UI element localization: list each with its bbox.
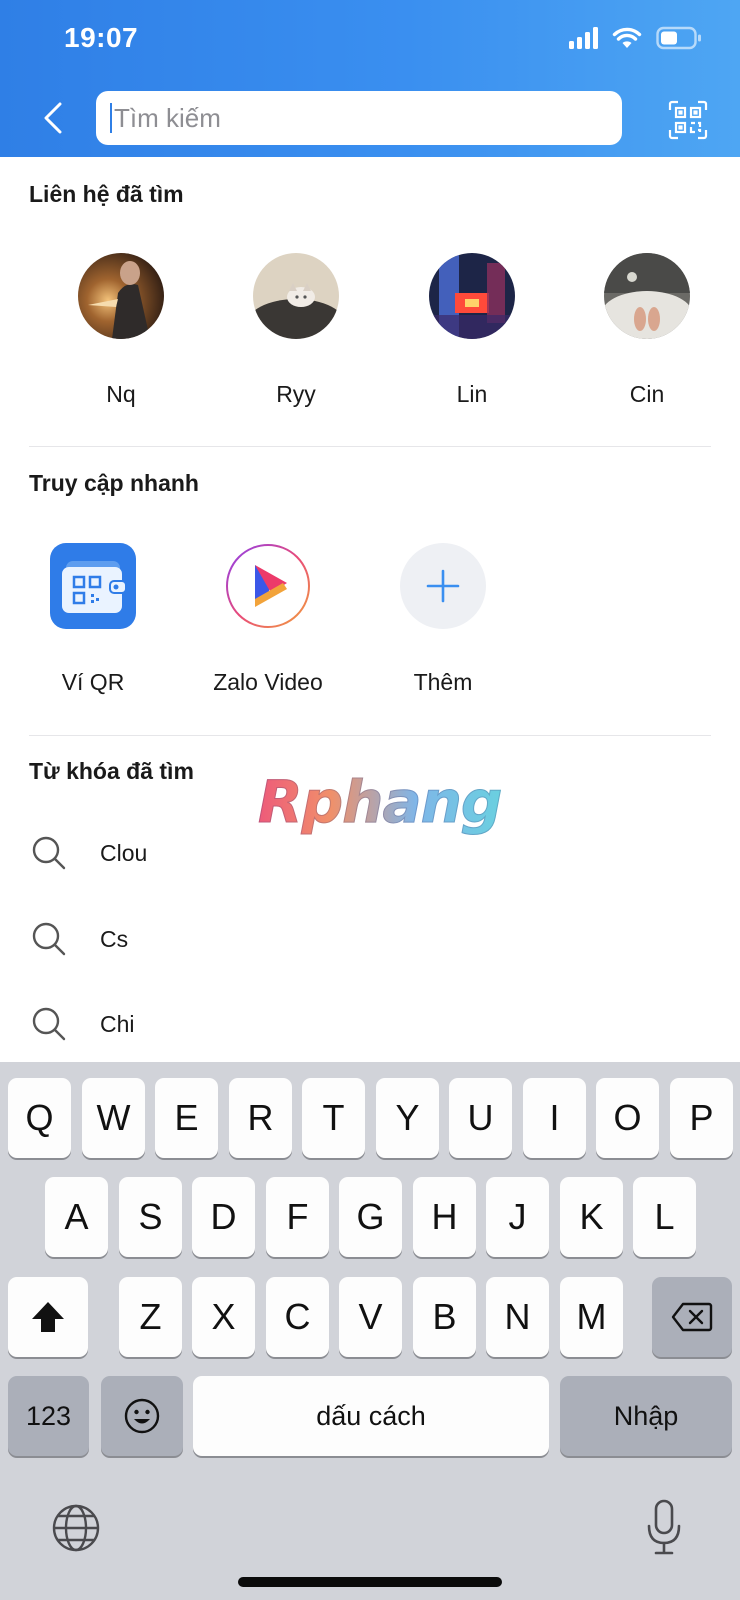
delete-key[interactable] xyxy=(652,1277,732,1357)
key-z[interactable]: Z xyxy=(119,1277,182,1357)
cellular-signal-icon xyxy=(569,27,598,49)
return-key[interactable]: Nhập xyxy=(560,1376,732,1456)
quick-access-label: Thêm xyxy=(413,669,473,695)
key-t[interactable]: T xyxy=(302,1078,365,1158)
keyword-text: Cs xyxy=(100,925,129,952)
avatar xyxy=(78,253,164,339)
quick-access-item[interactable]: Thêm xyxy=(368,543,518,696)
key-s[interactable]: S xyxy=(119,1177,182,1257)
key-x[interactable]: X xyxy=(192,1277,255,1357)
contact-item[interactable]: Cin xyxy=(582,253,712,408)
emoji-icon xyxy=(124,1398,160,1434)
key-f[interactable]: F xyxy=(266,1177,329,1257)
qr-scan-button[interactable] xyxy=(668,100,708,140)
shift-icon xyxy=(32,1302,64,1332)
avatar xyxy=(604,253,690,339)
key-e[interactable]: E xyxy=(155,1078,218,1158)
numbers-key[interactable]: 123 xyxy=(8,1376,89,1456)
zalo-video-icon xyxy=(225,543,311,629)
search-box[interactable] xyxy=(96,91,622,145)
quick-access-label: Zalo Video xyxy=(213,669,323,695)
contact-item[interactable]: Nq xyxy=(56,253,186,408)
globe-icon xyxy=(52,1504,100,1552)
contact-name: Cin xyxy=(629,381,665,407)
key-q[interactable]: Q xyxy=(8,1078,71,1158)
search-icon xyxy=(32,1007,66,1041)
contact-item[interactable]: Lin xyxy=(407,253,537,408)
key-u[interactable]: U xyxy=(449,1078,512,1158)
divider xyxy=(29,735,711,736)
contact-name: Nq xyxy=(106,381,136,407)
search-input[interactable] xyxy=(114,102,594,134)
key-y[interactable]: Y xyxy=(376,1078,439,1158)
chevron-left-icon xyxy=(44,102,62,134)
divider xyxy=(29,446,711,447)
search-icon xyxy=(32,922,66,956)
contact-name: Ryy xyxy=(276,381,316,407)
quick-access-item[interactable]: Ví QR xyxy=(18,543,168,696)
recent-keywords-title: Từ khóa đã tìm xyxy=(29,758,194,784)
key-w[interactable]: W xyxy=(82,1078,145,1158)
keyword-text: Chi xyxy=(100,1010,135,1037)
microphone-icon xyxy=(647,1499,681,1555)
backspace-icon xyxy=(671,1302,713,1332)
qr-scan-icon xyxy=(668,100,708,140)
key-n[interactable]: N xyxy=(486,1277,549,1357)
key-h[interactable]: H xyxy=(413,1177,476,1257)
key-a[interactable]: A xyxy=(45,1177,108,1257)
keyword-row[interactable]: Cs xyxy=(30,909,710,969)
back-button[interactable] xyxy=(36,98,70,138)
status-time: 19:07 xyxy=(64,22,139,53)
key-l[interactable]: L xyxy=(633,1177,696,1257)
dictation-button[interactable] xyxy=(646,1498,682,1556)
key-m[interactable]: M xyxy=(560,1277,623,1357)
avatar xyxy=(253,253,339,339)
contact-name: Lin xyxy=(456,381,488,407)
recent-contacts-title: Liên hệ đã tìm xyxy=(29,181,184,207)
avatar xyxy=(429,253,515,339)
key-j[interactable]: J xyxy=(486,1177,549,1257)
battery-icon xyxy=(656,26,701,50)
key-g[interactable]: G xyxy=(339,1177,402,1257)
key-k[interactable]: K xyxy=(560,1177,623,1257)
plus-icon xyxy=(400,543,486,629)
status-icons xyxy=(569,26,702,50)
key-v[interactable]: V xyxy=(339,1277,402,1357)
qr-wallet-icon xyxy=(50,543,136,629)
key-p[interactable]: P xyxy=(670,1078,733,1158)
keyword-text: Clou xyxy=(100,839,148,866)
key-r[interactable]: R xyxy=(229,1078,292,1158)
emoji-key[interactable] xyxy=(101,1376,183,1456)
key-d[interactable]: D xyxy=(192,1177,255,1257)
space-key[interactable]: dấu cách xyxy=(193,1376,549,1456)
globe-button[interactable] xyxy=(50,1502,102,1554)
key-b[interactable]: B xyxy=(413,1277,476,1357)
keyword-row[interactable]: Clou xyxy=(30,823,710,883)
search-icon xyxy=(32,836,66,870)
wifi-icon xyxy=(612,27,642,48)
keyboard: Q W E R T Y U I O P A S D F G H J K L Z … xyxy=(0,1062,740,1600)
keyword-row[interactable]: Chi xyxy=(30,994,710,1054)
quick-access-item[interactable]: Zalo Video xyxy=(193,543,343,696)
key-c[interactable]: C xyxy=(266,1277,329,1357)
key-i[interactable]: I xyxy=(523,1078,586,1158)
quick-access-title: Truy cập nhanh xyxy=(29,470,199,496)
header: 19:07 xyxy=(0,0,740,157)
quick-access-label: Ví QR xyxy=(61,669,125,695)
text-caret xyxy=(110,103,112,133)
home-indicator xyxy=(238,1577,502,1587)
key-o[interactable]: O xyxy=(596,1078,659,1158)
shift-key[interactable] xyxy=(8,1277,88,1357)
contact-item[interactable]: Ryy xyxy=(231,253,361,408)
